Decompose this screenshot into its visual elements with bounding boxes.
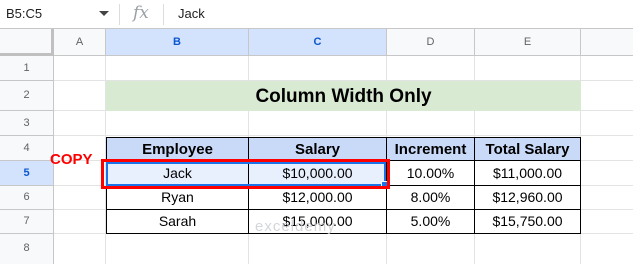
row-header-4[interactable]: 4: [0, 136, 54, 161]
row-header-5[interactable]: 5: [0, 161, 54, 186]
table-cell-increment[interactable]: 10.00%: [387, 161, 475, 186]
watermark-logo: exceldemy: [255, 218, 336, 235]
row-header-6[interactable]: 6: [0, 186, 54, 210]
row-header-8[interactable]: 8: [0, 234, 54, 264]
formula-input[interactable]: Jack: [178, 6, 205, 21]
table-cell-total-salary[interactable]: $11,000.00: [475, 161, 581, 186]
table-cell-increment[interactable]: 8.00%: [387, 186, 475, 210]
gridline: [54, 135, 633, 136]
divider: [119, 4, 120, 25]
table-cell-employee[interactable]: Ryan: [106, 186, 249, 210]
column-header-d[interactable]: D: [387, 29, 475, 56]
formula-bar: B5:C5 fx Jack: [0, 0, 633, 29]
column-header-blank: [581, 29, 633, 56]
copy-annotation: COPY: [50, 151, 93, 168]
header-employee[interactable]: Employee: [106, 137, 249, 161]
row-header-1[interactable]: 1: [0, 56, 54, 81]
row-header-7[interactable]: 7: [0, 210, 54, 234]
header-salary[interactable]: Salary: [249, 137, 387, 161]
row-header-3[interactable]: 3: [0, 111, 54, 136]
table-cell-total-salary[interactable]: $12,960.00: [475, 186, 581, 210]
column-header-b[interactable]: B: [106, 29, 249, 56]
header-total-salary[interactable]: Total Salary: [475, 137, 581, 161]
divider: [163, 4, 164, 25]
fx-icon: fx: [133, 3, 149, 23]
name-box[interactable]: B5:C5: [6, 6, 42, 21]
column-header-a[interactable]: A: [54, 29, 106, 56]
table-cell-employee[interactable]: Jack: [106, 161, 249, 186]
chevron-down-icon[interactable]: [99, 11, 109, 16]
select-all-corner[interactable]: [0, 29, 54, 56]
title-cell[interactable]: Column Width Only: [106, 81, 581, 111]
table-cell-employee[interactable]: Sarah: [106, 210, 249, 234]
column-header-c[interactable]: C: [249, 29, 387, 56]
table-cell-salary[interactable]: $12,000.00: [249, 186, 387, 210]
column-header-e[interactable]: E: [475, 29, 581, 56]
table-cell-increment[interactable]: 5.00%: [387, 210, 475, 234]
row-header-2[interactable]: 2: [0, 81, 54, 111]
fill-handle[interactable]: [381, 181, 389, 189]
table-cell-salary[interactable]: $10,000.00: [249, 161, 387, 186]
header-increment[interactable]: Increment: [387, 137, 475, 161]
table-cell-total-salary[interactable]: $15,750.00: [475, 210, 581, 234]
